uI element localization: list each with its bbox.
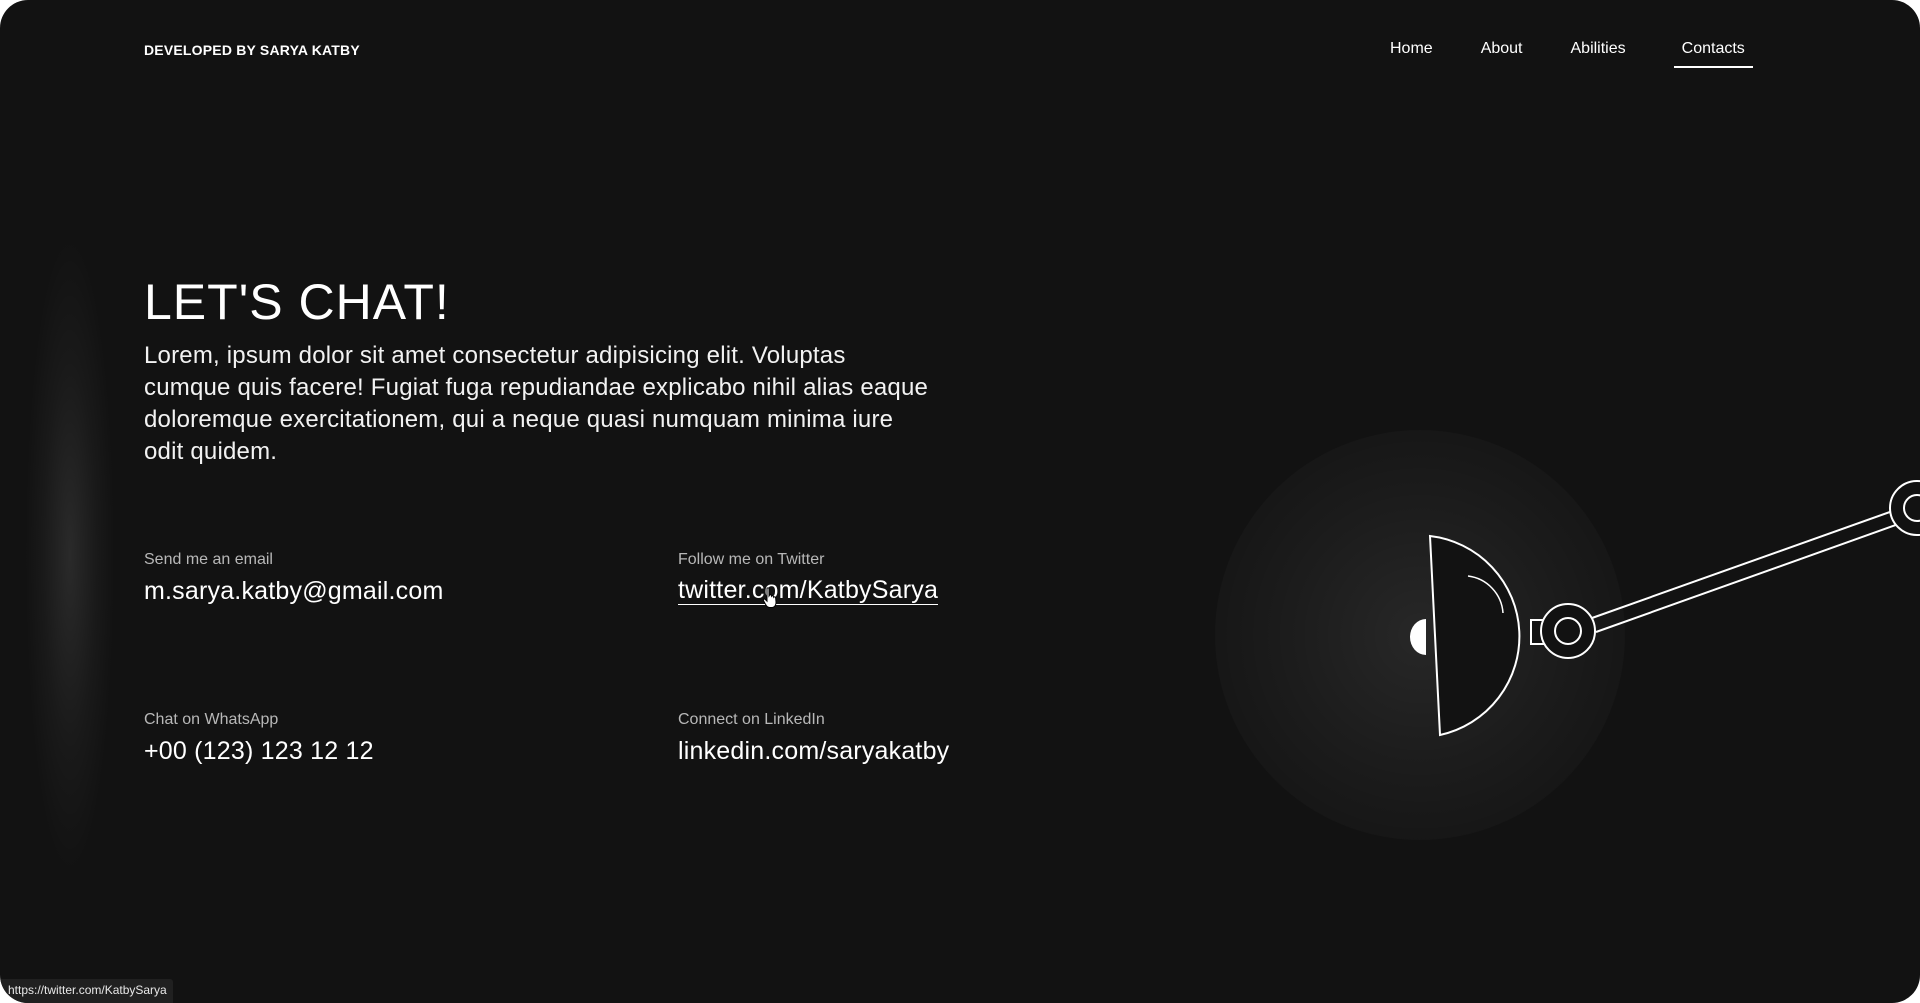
contact-linkedin-label: Connect on LinkedIn — [678, 711, 825, 728]
contact-whatsapp-link[interactable]: +00 (123) 123 12 12 — [144, 736, 374, 766]
nav-about-link[interactable]: About — [1481, 38, 1523, 66]
nav-home-link[interactable]: Home — [1390, 38, 1433, 66]
contact-linkedin: Connect on LinkedIn linkedin.com/saryaka… — [678, 710, 949, 766]
left-glow-decoration — [10, 230, 130, 880]
status-bar-url: https://twitter.com/KatbySarya — [0, 979, 173, 1003]
brand-logo-text[interactable]: DEVELOPED BY SARYA KATBY — [144, 42, 360, 58]
desk-lamp-icon — [1410, 480, 1920, 737]
main-nav: Home About Abilities Contacts — [1390, 38, 1753, 68]
contact-twitter: Follow me on Twitter twitter.com/KatbySa… — [678, 550, 939, 605]
contact-twitter-label: Follow me on Twitter — [678, 551, 825, 568]
contact-twitter-link[interactable]: twitter.com/KatbySarya — [678, 576, 939, 605]
intro-paragraph: Lorem, ipsum dolor sit amet consectetur … — [144, 342, 929, 465]
contact-whatsapp: Chat on WhatsApp +00 (123) 123 12 12 — [144, 710, 374, 766]
nav-abilities-link[interactable]: Abilities — [1571, 38, 1626, 66]
contact-linkedin-link[interactable]: linkedin.com/saryakatby — [678, 736, 949, 766]
contact-email-link[interactable]: m.sarya.katby@gmail.com — [144, 576, 444, 606]
nav-contacts-link[interactable]: Contacts — [1673, 38, 1753, 68]
contact-email: Send me an email m.sarya.katby@gmail.com — [144, 550, 444, 606]
page-window: DEVELOPED BY SARYA KATBY Home About Abil… — [0, 0, 1920, 1003]
contact-whatsapp-label: Chat on WhatsApp — [144, 711, 279, 728]
contact-email-label: Send me an email — [144, 551, 273, 568]
hand-pointer-cursor-icon — [762, 587, 777, 608]
page-title: LET'S CHAT! — [144, 274, 450, 330]
